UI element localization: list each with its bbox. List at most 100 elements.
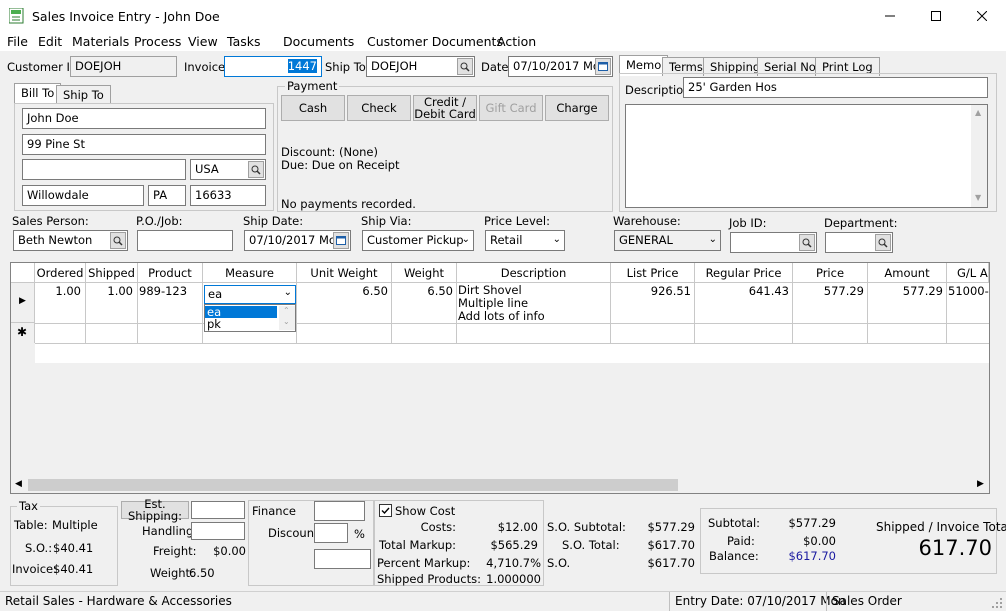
- scroll-up-icon[interactable]: ▲: [975, 108, 981, 117]
- ship-date-calendar-icon[interactable]: [333, 232, 349, 249]
- memo-textarea[interactable]: [625, 104, 988, 208]
- date-field[interactable]: 07/10/2017 Mon: [508, 56, 613, 77]
- menu-file[interactable]: File: [7, 34, 28, 49]
- department-field[interactable]: [825, 232, 893, 253]
- payment-due: Due: Due on Receipt: [281, 158, 400, 172]
- chevron-down-icon[interactable]: ⌄: [283, 317, 290, 326]
- check-button[interactable]: Check: [347, 95, 411, 121]
- col-regular-price[interactable]: Regular Price: [695, 263, 793, 283]
- paid-value: $0.00: [803, 534, 836, 548]
- measure-select[interactable]: ea ⌄: [204, 285, 296, 304]
- minimize-button[interactable]: [867, 0, 913, 32]
- menu-customer-documents[interactable]: Customer Documents: [367, 34, 503, 49]
- job-id-lookup-icon[interactable]: [799, 234, 815, 251]
- measure-option-pk[interactable]: pk: [205, 318, 277, 330]
- customer-id-field[interactable]: DOEJOH: [70, 56, 177, 77]
- bill-street-field[interactable]: 99 Pine St: [22, 134, 266, 155]
- maximize-button[interactable]: [913, 0, 959, 32]
- bill-line3-field[interactable]: [22, 159, 186, 180]
- menu-documents[interactable]: Documents: [283, 34, 354, 49]
- col-gl-account[interactable]: G/L Ac: [947, 263, 989, 283]
- bill-state-field[interactable]: PA: [148, 185, 186, 206]
- ship-via-select[interactable]: Customer Pickup ⌄: [362, 230, 474, 251]
- menu-view[interactable]: View: [188, 34, 218, 49]
- menu-tasks[interactable]: Tasks: [227, 34, 261, 49]
- col-ordered[interactable]: Ordered: [35, 263, 86, 283]
- est-shipping-button[interactable]: Est. Shipping:: [121, 498, 189, 522]
- col-description[interactable]: Description: [457, 263, 611, 283]
- ship-to-lookup-icon[interactable]: [457, 58, 473, 75]
- menu-process[interactable]: Process: [134, 34, 181, 49]
- tab-ship-to[interactable]: Ship To: [56, 85, 111, 104]
- po-field[interactable]: [137, 230, 233, 251]
- invoice-field[interactable]: 1447: [224, 56, 322, 77]
- handling-field[interactable]: [191, 522, 245, 540]
- scroll-left-icon[interactable]: ◀: [15, 479, 22, 489]
- col-product[interactable]: Product: [138, 263, 203, 283]
- dropdown-scrollbar[interactable]: ⌃ ⌄: [279, 306, 295, 330]
- bill-country-field[interactable]: USA: [190, 159, 266, 180]
- est-shipping-field[interactable]: [191, 501, 245, 519]
- price-level-select[interactable]: Retail ⌄: [485, 230, 565, 251]
- description-field[interactable]: 25' Garden Hos: [683, 77, 988, 98]
- new-row-selector[interactable]: ✱: [11, 323, 35, 343]
- scroll-thumb[interactable]: [28, 479, 678, 491]
- sales-person-lookup-icon[interactable]: [110, 232, 126, 249]
- job-id-field[interactable]: [730, 232, 817, 253]
- chevron-down-icon: ⌄: [552, 234, 561, 245]
- discount-pct-field[interactable]: [314, 523, 348, 543]
- line-items-grid[interactable]: Ordered Shipped Product Measure Unit Wei…: [10, 262, 990, 494]
- menu-materials[interactable]: Materials: [72, 34, 129, 49]
- cell-unit-weight[interactable]: 6.50: [297, 284, 388, 298]
- cell-list-price[interactable]: 926.51: [611, 284, 691, 298]
- menu-edit[interactable]: Edit: [38, 34, 62, 49]
- bill-zip-field[interactable]: 16633: [190, 185, 266, 206]
- cash-button[interactable]: Cash: [281, 95, 345, 121]
- country-lookup-icon[interactable]: [248, 161, 264, 178]
- close-button[interactable]: [959, 0, 1005, 32]
- show-cost-checkbox[interactable]: [379, 504, 392, 517]
- cell-product[interactable]: 989-123: [139, 284, 201, 298]
- charge-button[interactable]: Charge: [545, 95, 609, 121]
- chevron-up-icon[interactable]: ⌃: [283, 306, 290, 315]
- bill-name-field[interactable]: John Doe: [22, 108, 266, 129]
- cell-shipped[interactable]: 1.00: [86, 284, 133, 298]
- cell-description[interactable]: Dirt Shovel Multiple line Add lots of in…: [458, 284, 610, 323]
- col-weight[interactable]: Weight: [392, 263, 457, 283]
- finance-field[interactable]: [314, 501, 365, 521]
- col-list-price[interactable]: List Price: [611, 263, 695, 283]
- cell-gl-account[interactable]: 51000-01: [948, 284, 989, 298]
- so-subtotal-label: S.O. Subtotal:: [547, 520, 626, 534]
- weight-label: Weight:: [150, 566, 194, 580]
- cell-regular-price[interactable]: 641.43: [695, 284, 789, 298]
- measure-dropdown-list: ea pk ⌃ ⌄: [204, 304, 296, 332]
- scroll-down-icon[interactable]: ▼: [975, 193, 981, 202]
- cell-weight[interactable]: 6.50: [392, 284, 453, 298]
- cell-ordered[interactable]: 1.00: [35, 284, 81, 298]
- col-shipped[interactable]: Shipped: [86, 263, 138, 283]
- memo-scrollbar[interactable]: ▲ ▼: [971, 105, 987, 207]
- col-amount[interactable]: Amount: [868, 263, 947, 283]
- discount-amount-field[interactable]: [314, 549, 371, 569]
- warehouse-select[interactable]: GENERAL ⌄: [614, 230, 721, 251]
- department-lookup-icon[interactable]: [875, 234, 891, 251]
- calendar-icon[interactable]: [595, 58, 611, 75]
- ship-date-field[interactable]: 07/10/2017 Mon: [244, 230, 351, 251]
- tab-bill-to[interactable]: Bill To: [14, 83, 62, 104]
- col-divider: [456, 283, 457, 343]
- credit-debit-button[interactable]: Credit / Debit Card: [413, 95, 477, 121]
- col-price[interactable]: Price: [793, 263, 868, 283]
- menu-action[interactable]: Action: [497, 34, 536, 49]
- ship-to-field[interactable]: DOEJOH: [366, 56, 475, 77]
- sales-person-field[interactable]: Beth Newton: [13, 230, 128, 251]
- row-selector[interactable]: ▶: [11, 283, 35, 323]
- col-unit-weight[interactable]: Unit Weight: [297, 263, 392, 283]
- resize-grip-icon[interactable]: [992, 597, 1002, 608]
- col-measure[interactable]: Measure: [203, 263, 297, 283]
- gift-card-button[interactable]: Gift Card: [479, 95, 543, 121]
- cell-price[interactable]: 577.29: [793, 284, 864, 298]
- cell-amount[interactable]: 577.29: [868, 284, 943, 298]
- bill-city-field[interactable]: Willowdale: [22, 185, 144, 206]
- scroll-right-icon[interactable]: ▶: [977, 479, 984, 489]
- grid-hscrollbar[interactable]: ◀ ▶: [11, 477, 989, 493]
